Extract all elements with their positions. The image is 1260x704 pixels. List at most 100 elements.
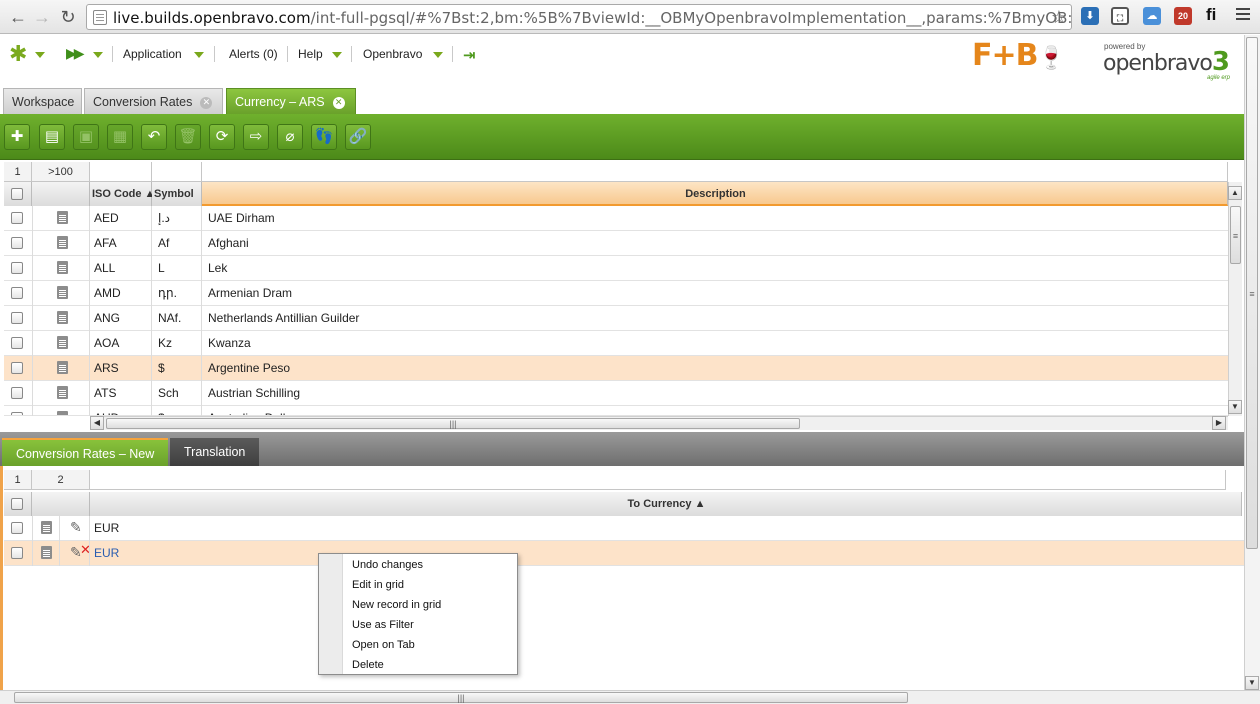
row-checkbox[interactable] [11,262,23,274]
application-menu[interactable]: Application [123,47,182,61]
reload-icon[interactable]: ↻ [56,4,80,30]
fullscreen-extension-icon[interactable]: ⛶ [1111,7,1129,25]
undo-icon[interactable]: ↶ [141,124,167,150]
menu-item-new-record-in-grid[interactable]: New record in grid [352,595,441,615]
scroll-left-icon[interactable]: ◀ [90,416,104,430]
row-checkbox[interactable] [11,362,23,374]
delete-icon[interactable]: 🗑 [175,124,201,150]
table-row[interactable]: ATS Sch Austrian Schilling [4,381,1228,406]
table-row[interactable]: ANG NAf. Netherlands Antillian Guilder [4,306,1228,331]
description-header[interactable]: Description [202,182,1228,206]
application-dropdown-icon[interactable] [194,52,204,58]
open-form-icon[interactable] [57,236,68,249]
tab-currency-ars[interactable]: Currency – ARS ✕ [226,88,356,114]
row-checkbox[interactable] [11,337,23,349]
row-checkbox[interactable] [11,547,23,559]
openbravo-menu[interactable]: Openbravo [363,47,422,61]
menu-item-use-as-filter[interactable]: Use as Filter [352,615,414,635]
open-form-icon[interactable] [57,386,68,399]
row-checkbox[interactable] [11,412,23,415]
row-checkbox[interactable] [11,522,23,534]
open-form-icon[interactable] [57,336,68,349]
new-document-icon[interactable]: ✚ [4,124,30,150]
open-form-icon[interactable] [57,411,68,415]
row-checkbox[interactable] [11,212,23,224]
open-form-icon[interactable] [41,521,52,534]
to-currency-filter[interactable] [90,470,1226,490]
help-dropdown-icon[interactable] [332,52,342,58]
open-form-icon[interactable] [57,311,68,324]
close-icon[interactable]: ✕ [200,97,213,109]
back-icon[interactable]: ← [6,4,30,30]
iso-code-header[interactable]: ISO Code ▲ [90,182,155,206]
table-row[interactable]: AFA Af Afghani [4,231,1228,256]
save-icon[interactable]: ▣ [73,124,99,150]
table-row[interactable]: AED د.إ UAE Dirham [4,206,1228,231]
calendar-extension-icon[interactable]: 20 [1174,7,1192,25]
table-row[interactable]: AMD դր. Armenian Dram [4,281,1228,306]
page-vertical-scrollbar[interactable]: ▼ ≡ [1244,35,1260,690]
open-form-icon[interactable] [41,546,52,559]
link-icon[interactable]: 🔗 [345,124,371,150]
browser-menu-icon[interactable] [1236,8,1250,10]
attachment-icon[interactable]: ⌀ [277,124,303,150]
iso-code-filter[interactable] [90,162,152,182]
menu-item-edit-in-grid[interactable]: Edit in grid [352,575,404,595]
row-checkbox[interactable] [11,237,23,249]
tab-conversion-rates-new[interactable]: Conversion Rates – New [2,438,169,466]
bookmark-star-icon[interactable]: ☆ [1051,5,1067,29]
table-row[interactable]: ARS $ Argentine Peso [4,356,1228,381]
table-row[interactable]: ALL L Lek [4,256,1228,281]
logout-icon[interactable]: ⇥ [463,46,476,64]
scroll-thumb[interactable]: ≡ [1246,37,1258,549]
scroll-down-icon[interactable]: ▼ [1245,676,1259,690]
close-icon[interactable]: ✕ [332,97,345,109]
alerts-link[interactable]: Alerts (0) [229,47,278,61]
grid-vertical-scrollbar[interactable]: ▲ ≡ ▼ [1228,182,1242,416]
address-bar[interactable]: live.builds.openbravo.com/int-full-pgsql… [86,4,1072,30]
tab-translation[interactable]: Translation [170,438,260,466]
scroll-right-icon[interactable]: ▶ [1212,416,1226,430]
select-all-checkbox[interactable] [11,498,23,510]
openbravo-dropdown-icon[interactable] [433,52,443,58]
download-extension-icon[interactable]: ⬇ [1081,7,1099,25]
scroll-down-icon[interactable]: ▼ [1228,400,1242,414]
audit-trail-icon[interactable]: 👣 [311,124,337,150]
menu-item-open-on-tab[interactable]: Open on Tab [352,635,415,655]
open-form-icon[interactable] [57,361,68,374]
export-icon[interactable]: ⇨ [243,124,269,150]
grid-horizontal-scrollbar[interactable]: ◀ ||| ▶ [90,416,1228,430]
table-row[interactable]: AUD$Australian Dollar [4,406,1228,416]
tab-workspace[interactable]: Workspace [3,88,82,114]
help-menu[interactable]: Help [298,47,323,61]
page-horizontal-scrollbar[interactable]: ||| [0,690,1260,704]
new-row-icon[interactable]: ▤ [39,124,65,150]
save-close-icon[interactable]: ▦ [107,124,133,150]
scroll-thumb[interactable]: ||| [106,418,800,429]
description-filter[interactable] [202,162,1228,182]
table-row[interactable]: ✎ EUR [4,516,1244,541]
quick-create-icon[interactable]: ▶▶ [66,45,84,62]
url-text[interactable]: live.builds.openbravo.com/int-full-pgsql… [113,9,1071,27]
select-all-checkbox[interactable] [11,188,23,200]
table-row[interactable]: AOA Kz Kwanza [4,331,1228,356]
fi-extension-icon[interactable]: fi [1206,5,1216,25]
quick-launch-icon[interactable]: ✱ [9,43,27,65]
symbol-filter[interactable] [152,162,202,182]
scroll-up-icon[interactable]: ▲ [1228,186,1242,200]
quick-create-dropdown-icon[interactable] [93,52,103,58]
scroll-thumb[interactable]: ||| [14,692,908,703]
cloud-extension-icon[interactable]: ☁ [1143,7,1161,25]
menu-item-delete[interactable]: Delete [352,655,384,675]
open-form-icon[interactable] [57,286,68,299]
open-form-icon[interactable] [57,261,68,274]
row-checkbox[interactable] [11,287,23,299]
quick-launch-dropdown-icon[interactable] [35,52,45,58]
menu-item-undo-changes[interactable]: Undo changes [352,555,423,575]
edit-pencil-icon[interactable]: ✎ [70,519,82,536]
table-row[interactable]: ✎ ✕ EUR [4,541,1244,566]
scroll-thumb[interactable]: ≡ [1230,206,1241,264]
open-form-icon[interactable] [57,211,68,224]
forward-icon[interactable]: → [30,4,54,30]
to-currency-header[interactable]: To Currency ▲ [90,492,1242,516]
